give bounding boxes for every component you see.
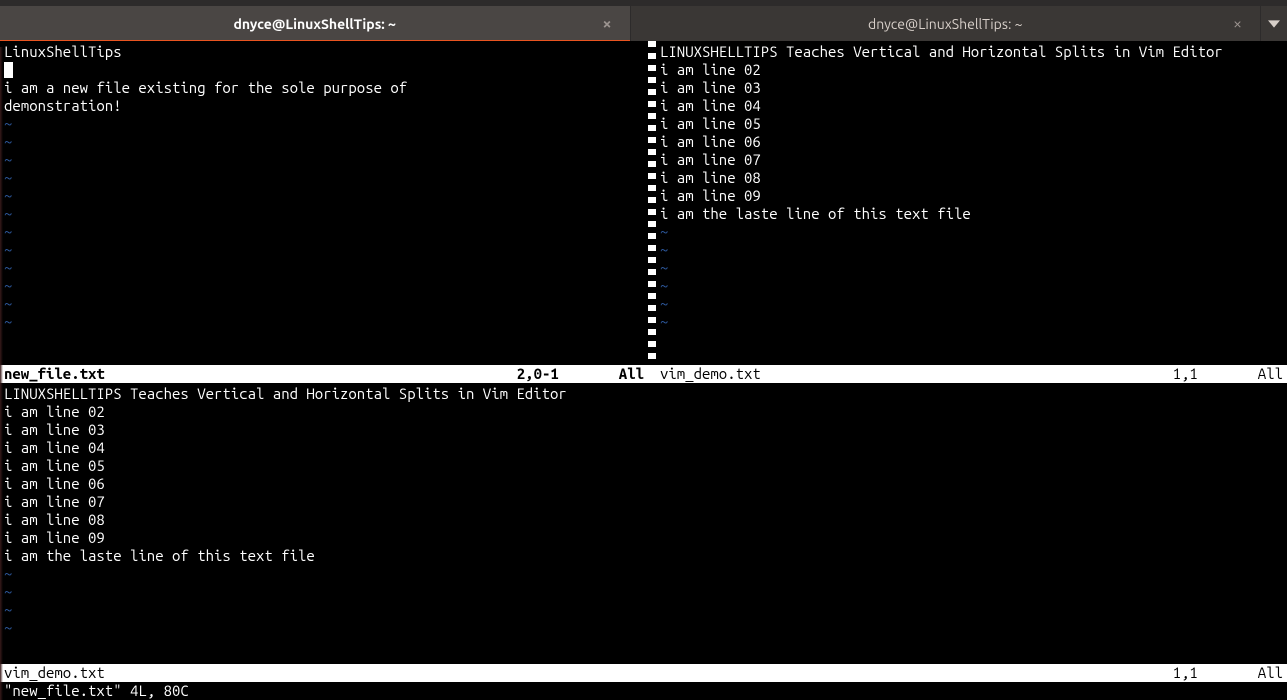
- terminal-window: dnyce@LinuxShellTips: ~ × dnyce@LinuxShe…: [0, 0, 1287, 700]
- status-filename: vim_demo.txt: [4, 664, 105, 682]
- status-cursor-pos: 1,1: [1173, 365, 1258, 383]
- tab-title: dnyce@LinuxShellTips: ~: [234, 16, 396, 32]
- tab-bar: dnyce@LinuxShellTips: ~ × dnyce@LinuxShe…: [0, 6, 1287, 41]
- vim-pane-top-left[interactable]: LinuxShellTips i am a new file existing …: [0, 41, 648, 365]
- statusline-bottom: vim_demo.txt 1,1 All: [0, 664, 1287, 682]
- status-row-top: new_file.txt 2,0-1 All vim_demo.txt 1,1 …: [0, 365, 1287, 383]
- statusline-top-left: new_file.txt 2,0-1 All: [0, 365, 648, 383]
- terminal-tab-2[interactable]: dnyce@LinuxShellTips: ~ ×: [631, 6, 1262, 41]
- statusline-top-right: vim_demo.txt 1,1 All: [656, 365, 1287, 383]
- status-filename: new_file.txt: [4, 365, 105, 383]
- vertical-split-divider[interactable]: [648, 41, 656, 365]
- tab-menu-dropdown[interactable]: [1261, 6, 1287, 41]
- status-scroll: All: [1258, 365, 1283, 383]
- vim-top-row: LinuxShellTips i am a new file existing …: [0, 41, 1287, 365]
- vim-command-line: "new_file.txt" 4L, 80C: [0, 682, 1287, 700]
- close-icon[interactable]: ×: [602, 15, 611, 33]
- status-cursor-pos: 1,1: [1173, 664, 1258, 682]
- terminal-body[interactable]: LinuxShellTips i am a new file existing …: [0, 41, 1287, 700]
- terminal-tab-1[interactable]: dnyce@LinuxShellTips: ~ ×: [0, 6, 631, 41]
- status-scroll: All: [1258, 664, 1283, 682]
- buffer-content: LINUXSHELLTIPS Teaches Vertical and Hori…: [656, 41, 1287, 331]
- chevron-down-icon: [1268, 18, 1280, 30]
- status-scroll: All: [619, 365, 644, 383]
- close-icon[interactable]: ×: [1233, 15, 1242, 33]
- status-cursor-pos: 2,0-1: [517, 365, 619, 383]
- vim-pane-bottom[interactable]: LINUXSHELLTIPS Teaches Vertical and Hori…: [0, 383, 1287, 700]
- buffer-content: LINUXSHELLTIPS Teaches Vertical and Hori…: [0, 383, 1287, 664]
- tab-title: dnyce@LinuxShellTips: ~: [868, 16, 1023, 32]
- vim-pane-top-right[interactable]: LINUXSHELLTIPS Teaches Vertical and Hori…: [656, 41, 1287, 365]
- buffer-content: LinuxShellTips i am a new file existing …: [0, 41, 648, 331]
- status-filename: vim_demo.txt: [660, 365, 761, 383]
